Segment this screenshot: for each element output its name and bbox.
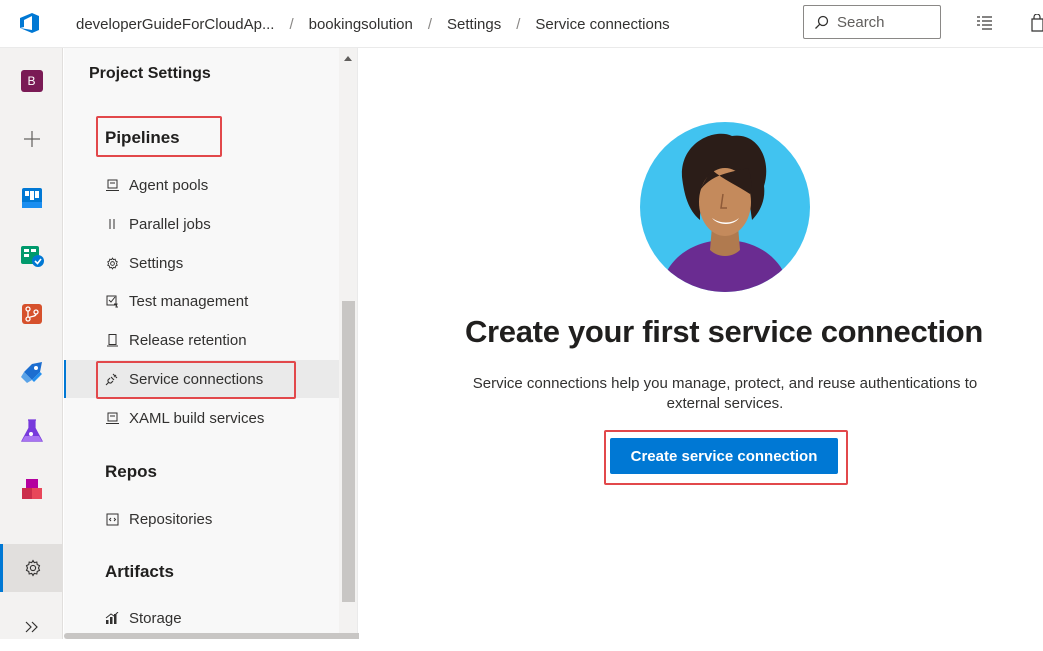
nav-item-label: Repositories — [129, 510, 213, 528]
parallel-jobs-icon — [105, 217, 119, 231]
breadcrumb-separator: / — [516, 15, 521, 33]
top-bar: developerGuideForCloudAp... / bookingsol… — [0, 0, 1043, 48]
add-button[interactable] — [0, 115, 63, 163]
nav-item-storage[interactable]: Storage — [64, 599, 339, 637]
pipelines-button[interactable] — [0, 348, 63, 396]
nav-item-label: Agent pools — [129, 176, 209, 194]
nav-item-label: Parallel jobs — [129, 215, 211, 233]
left-rail: B — [0, 48, 63, 639]
artifacts-icon — [21, 479, 42, 499]
nav-item-repositories[interactable]: Repositories — [64, 500, 339, 538]
breadcrumb-service-connections[interactable]: Service connections — [535, 16, 669, 33]
nav-item-label: Storage — [129, 609, 182, 627]
nav-section-repos: Repos — [105, 462, 157, 481]
project-settings-button[interactable] — [0, 544, 63, 592]
nav-item-parallel-jobs[interactable]: Parallel jobs — [64, 205, 339, 243]
search-icon — [815, 15, 829, 29]
main-content: Create your first service connection Ser… — [359, 48, 1043, 639]
search-box[interactable]: Search — [803, 5, 941, 39]
expand-icon — [25, 621, 38, 633]
test-management-icon — [105, 294, 119, 308]
project-avatar: B — [20, 70, 43, 92]
agent-pool-icon — [105, 178, 119, 192]
highlight-service-connections — [96, 361, 296, 399]
nav-title: Project Settings — [89, 65, 211, 82]
repos-button[interactable] — [0, 290, 63, 338]
empty-state-description: Service connections help you manage, pro… — [472, 375, 978, 412]
nav-section-artifacts: Artifacts — [105, 562, 174, 581]
search-input[interactable]: Search — [837, 14, 885, 31]
nav-item-test-management[interactable]: Test management — [64, 282, 339, 320]
xaml-build-icon — [105, 411, 119, 425]
nav-item-agent-pools[interactable]: Agent pools — [64, 166, 339, 204]
nav-item-settings[interactable]: Settings — [64, 244, 339, 282]
highlight-create-button — [604, 430, 848, 485]
nav-item-release-retention[interactable]: Release retention — [64, 321, 339, 359]
expand-rail-button[interactable] — [0, 603, 63, 651]
boards-icon — [21, 188, 42, 208]
breadcrumb-separator: / — [427, 15, 433, 33]
shopping-bag-icon[interactable] — [1031, 14, 1043, 32]
breadcrumb-separator: / — [289, 15, 294, 33]
test-plans-check-icon — [20, 246, 44, 267]
breadcrumb-project[interactable]: bookingsolution — [309, 16, 413, 33]
task-list-icon[interactable] — [976, 14, 994, 32]
add-icon — [23, 131, 40, 147]
artifacts-button[interactable] — [0, 465, 63, 513]
settings-icon — [25, 559, 41, 577]
nav-item-label: XAML build services — [129, 409, 265, 427]
breadcrumb-settings[interactable]: Settings — [447, 16, 501, 33]
test-plans-icon — [20, 419, 43, 442]
storage-icon — [105, 611, 119, 625]
nav-item-label: Test management — [129, 292, 249, 310]
azure-devops-logo-icon[interactable] — [19, 12, 41, 34]
test-plans-button[interactable] — [0, 407, 63, 455]
breadcrumb-organization[interactable]: developerGuideForCloudAp... — [76, 16, 274, 33]
pipelines-icon — [20, 362, 42, 383]
nav-item-label: Release retention — [129, 331, 247, 349]
nav-item-xaml-build-services[interactable]: XAML build services — [64, 399, 339, 437]
nav-item-label: Settings — [129, 254, 184, 272]
settings-gear-icon — [105, 256, 119, 270]
boards-button[interactable] — [0, 174, 63, 222]
person-illustration-icon — [640, 122, 810, 292]
breadcrumb: developerGuideForCloudAp... / bookingsol… — [76, 0, 670, 48]
empty-state-headline: Create your first service connection — [464, 314, 984, 349]
release-retention-icon — [105, 333, 119, 347]
project-avatar-button[interactable]: B — [0, 57, 63, 105]
repos-icon — [21, 304, 42, 324]
scroll-up-arrow-icon[interactable] — [344, 56, 352, 61]
highlight-pipelines — [96, 116, 222, 157]
test-plans-check-button[interactable] — [0, 232, 63, 280]
repositories-icon — [105, 512, 119, 526]
nav-scrollbar-thumb[interactable] — [342, 301, 355, 602]
